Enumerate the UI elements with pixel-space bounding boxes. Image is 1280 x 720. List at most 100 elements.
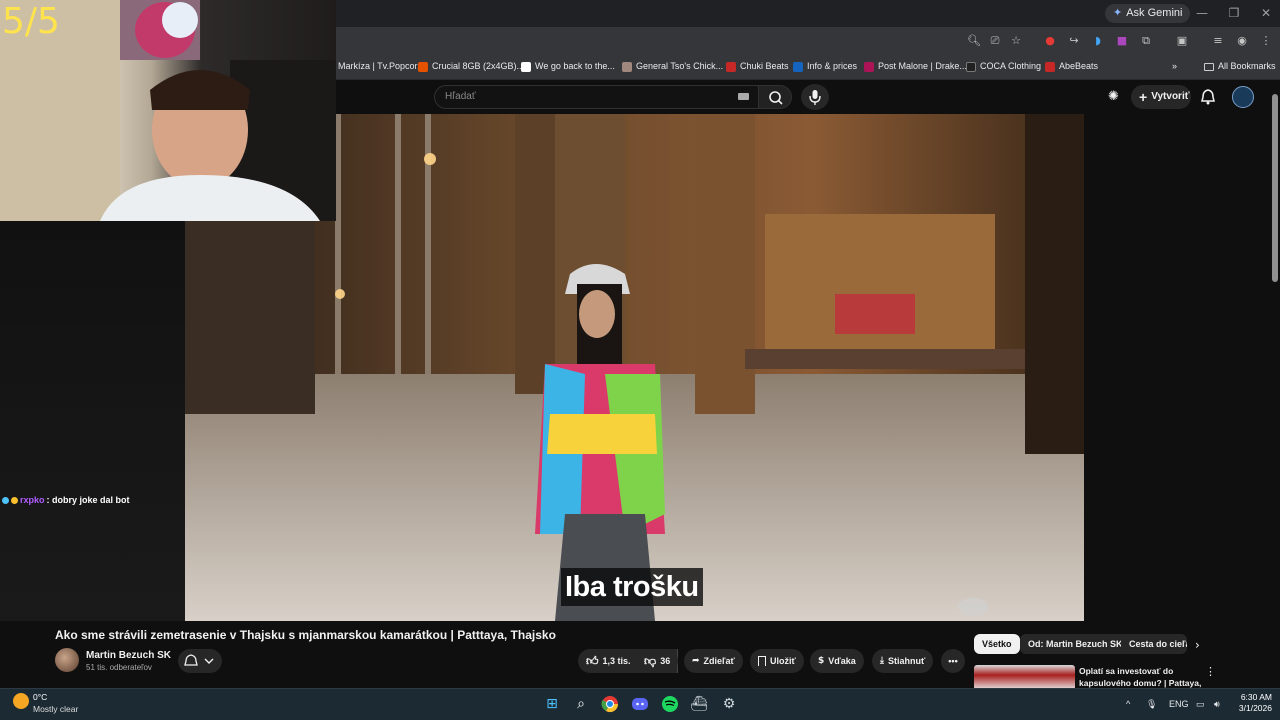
- discord-app-icon[interactable]: [630, 694, 650, 714]
- more-horizontal-icon: •••: [948, 656, 958, 666]
- bell-icon: [184, 654, 214, 666]
- microphone-icon: [809, 90, 821, 105]
- account-avatar[interactable]: [1232, 86, 1254, 108]
- extension-red-icon[interactable]: ●: [1042, 33, 1058, 49]
- close-icon[interactable]: ✕: [1256, 4, 1276, 22]
- video-watermark-logo: [958, 598, 988, 616]
- volume-icon[interactable]: 🔊︎: [1214, 694, 1220, 714]
- bookmark-favicon: [1045, 61, 1055, 72]
- dislike-button[interactable]: 👎︎ 36: [636, 649, 678, 673]
- bookmark-favicon: [622, 61, 632, 72]
- counter-overlay: 5/5: [2, 1, 60, 42]
- zoom-icon[interactable]: 🔍︎: [966, 33, 982, 49]
- chip-from-channel[interactable]: Od: Martin Bezuch SK: [1020, 634, 1131, 654]
- recommendation-thumbnail[interactable]: [974, 665, 1075, 690]
- minimize-icon[interactable]: —: [1192, 4, 1212, 22]
- ask-gemini-button[interactable]: ✦ Ask Gemini: [1105, 4, 1191, 23]
- dislike-count: 36: [660, 656, 671, 666]
- share-button[interactable]: ➦ Zdieľať: [684, 649, 743, 673]
- sparkle-icon[interactable]: ✺: [1108, 89, 1124, 105]
- clock-time: 6:30 AM: [1240, 692, 1272, 702]
- subscriber-count: 51 tis. odberateľov: [86, 663, 152, 672]
- bookmark-favicon: [418, 61, 428, 72]
- badge-icon: [11, 496, 18, 504]
- cast-icon[interactable]: ⎚: [987, 33, 1003, 49]
- chip-all[interactable]: Všetko: [974, 634, 1020, 654]
- bookmark-star-icon[interactable]: ☆: [1008, 33, 1024, 49]
- weather-icon[interactable]: [13, 693, 29, 709]
- bookmark-item[interactable]: Markíza | Tv.Popcor...: [338, 58, 425, 75]
- bookmark-item[interactable]: Crucial 8GB (2x4GB)...: [418, 58, 524, 75]
- thumbs-up-icon: 👍︎: [586, 654, 599, 668]
- bookmark-item[interactable]: Info & prices: [793, 58, 857, 75]
- chat-username[interactable]: rxpko: [20, 494, 45, 506]
- channel-name[interactable]: Martin Bezuch SK: [86, 650, 171, 661]
- more-vertical-icon[interactable]: ⋮: [1205, 665, 1216, 678]
- create-button[interactable]: + Vytvoriť: [1131, 85, 1191, 109]
- chrome-app-icon[interactable]: [600, 694, 620, 714]
- extension-blue-icon[interactable]: ◗: [1090, 33, 1106, 49]
- profile-avatar[interactable]: ◉: [1234, 33, 1250, 49]
- tab-search-icon[interactable]: ▣: [1174, 33, 1190, 49]
- bookmark-item[interactable]: AbeBeats: [1045, 58, 1098, 75]
- plus-icon: +: [1139, 89, 1148, 105]
- save-button[interactable]: Uložiť: [750, 649, 804, 673]
- extensions-puzzle-icon[interactable]: ⧉: [1138, 33, 1154, 49]
- bookmark-favicon: [864, 61, 874, 72]
- gemini-icon: ✦: [1113, 7, 1123, 19]
- page-scrollbar-thumb[interactable]: [1272, 94, 1278, 282]
- chat-message: rxpko : dobry joke dal bot: [2, 494, 130, 506]
- video-subtitle: Iba trošku: [561, 568, 703, 606]
- bookmark-item[interactable]: General Tso's Chick...: [622, 58, 723, 75]
- bookmark-item[interactable]: Post Malone | Drake...: [864, 58, 967, 75]
- bookmark-item[interactable]: COCA Clothing: [966, 58, 1041, 75]
- weather-temperature[interactable]: 0°C: [33, 692, 47, 702]
- chip-path[interactable]: Cesta do cieľa: [1121, 634, 1187, 654]
- keyboard-icon[interactable]: [738, 93, 749, 100]
- taskbar-search-icon[interactable]: ⌕: [571, 694, 591, 714]
- app-icon[interactable]: ⚙: [719, 694, 739, 714]
- notifications-bell-icon[interactable]: [1199, 88, 1217, 106]
- tray-overflow-icon[interactable]: ^: [1126, 694, 1130, 714]
- folder-icon: [1204, 62, 1214, 71]
- download-button[interactable]: ⤓ Stiahnuť: [872, 649, 934, 673]
- search-input[interactable]: Hľadať: [434, 85, 758, 109]
- chevron-right-icon[interactable]: ›: [1195, 638, 1200, 652]
- channel-avatar[interactable]: [55, 648, 79, 672]
- extension-arrow-icon[interactable]: ↪: [1066, 33, 1082, 49]
- weather-description[interactable]: Mostly clear: [33, 704, 78, 714]
- chrome-menu-icon[interactable]: ⋮: [1258, 33, 1274, 49]
- steam-app-icon[interactable]: ⛴: [689, 694, 709, 714]
- restore-icon[interactable]: ❐: [1224, 4, 1244, 22]
- bookmark-favicon: [726, 61, 736, 72]
- all-bookmarks-button[interactable]: All Bookmarks: [1204, 58, 1276, 75]
- subscription-bell-button[interactable]: [178, 649, 222, 673]
- badge-icon: [2, 496, 9, 504]
- network-icon[interactable]: ▭: [1196, 694, 1205, 714]
- share-icon: ➦: [692, 656, 700, 666]
- voice-search-button[interactable]: [801, 84, 829, 110]
- system-clock[interactable]: 6:30 AM 3/1/2026: [1232, 692, 1272, 714]
- bookmark-favicon: [966, 61, 976, 72]
- thanks-button[interactable]: $ Vďaka: [810, 649, 864, 673]
- bookmark-item[interactable]: We go back to the...: [521, 58, 615, 75]
- clock-date: 3/1/2026: [1238, 703, 1272, 713]
- video-title: Ako sme strávili zemetrasenie v Thajsku …: [55, 628, 556, 642]
- more-actions-button[interactable]: •••: [941, 649, 965, 673]
- create-label: Vytvoriť: [1151, 91, 1190, 102]
- ask-gemini-label: Ask Gemini: [1126, 7, 1183, 19]
- mic-tray-icon[interactable]: 🎙︎: [1146, 694, 1157, 714]
- language-indicator[interactable]: ENG: [1169, 694, 1189, 714]
- download-icon: ⤓: [880, 656, 884, 666]
- spotify-app-icon[interactable]: [660, 694, 680, 714]
- bookmark-favicon: [521, 61, 531, 72]
- search-button[interactable]: [758, 85, 792, 109]
- windows-start-icon[interactable]: ⊞: [542, 694, 562, 714]
- chat-text: : dobry joke dal bot: [46, 495, 130, 505]
- bookmarks-overflow-icon[interactable]: »: [1172, 58, 1177, 75]
- right-panel-background: [1084, 114, 1270, 621]
- bookmark-item[interactable]: Chuki Beats: [726, 58, 789, 75]
- reading-list-icon[interactable]: ≡: [1210, 33, 1226, 49]
- extension-purple-icon[interactable]: ■: [1114, 33, 1130, 49]
- thumbs-down-icon: 👎︎: [644, 654, 657, 668]
